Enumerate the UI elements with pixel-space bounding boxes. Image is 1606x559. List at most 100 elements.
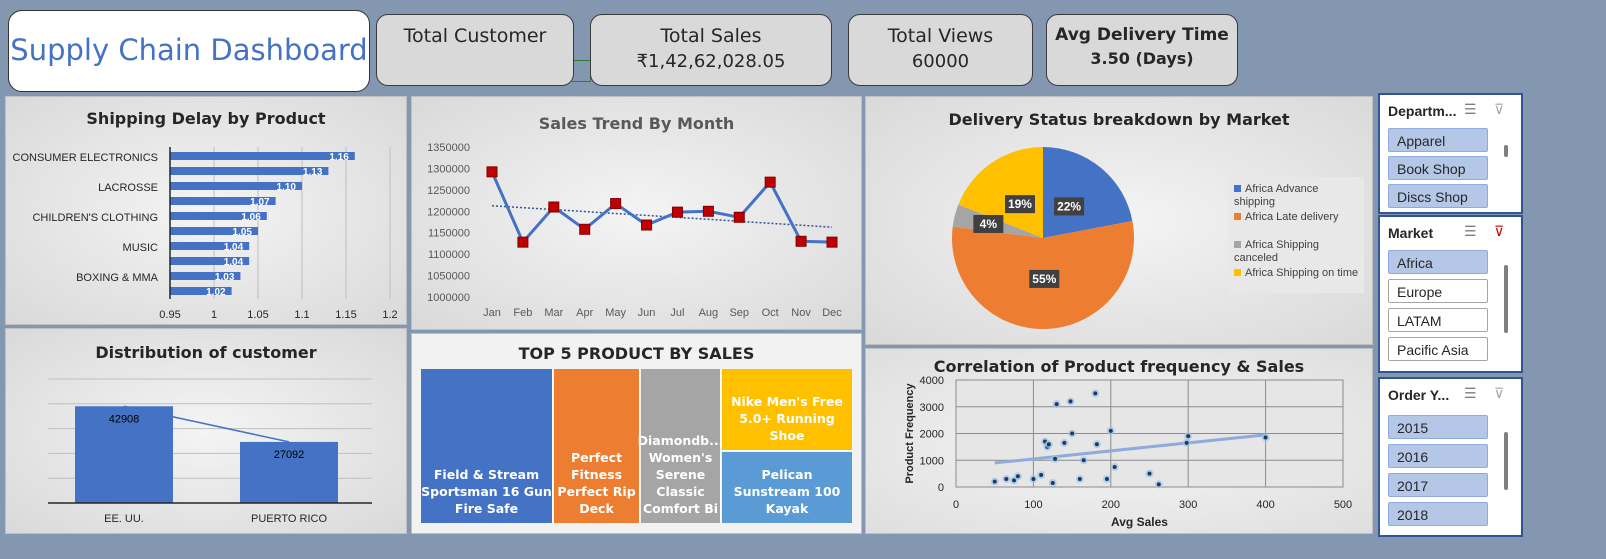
x-tick-label: 400	[1256, 499, 1274, 511]
x-tick-label: 1.05	[247, 309, 268, 321]
treemap-diamondback[interactable]: Diamondb... Women's Serene Classic Comfo…	[638, 369, 723, 523]
sales-trend-panel[interactable]: Sales Trend By Month 1000000 1050000 11000…	[411, 96, 862, 330]
slicer-item-book-shop[interactable]: Book Shop	[1388, 156, 1488, 180]
slicer-scrollbar[interactable]	[1504, 432, 1508, 490]
slicer-item-2015[interactable]: 2015	[1388, 415, 1488, 439]
x-tick-label: 1.1	[294, 309, 309, 321]
scatter-point	[1068, 399, 1073, 404]
multi-select-icon[interactable]: ☰	[1464, 101, 1477, 118]
y-tick-label: 1200000	[427, 206, 470, 218]
x-tick-label: May	[605, 307, 626, 319]
legend-label: Africa Shipping canceled	[1234, 239, 1319, 264]
scatter-point	[1263, 435, 1268, 440]
category-label: CONSUMER ELECTRONICS	[13, 152, 158, 164]
sales-trend-chart: 1000000 1050000 1100000 1150000 1200000 12500…	[427, 142, 842, 319]
x-tick-label: Dec	[822, 307, 842, 319]
bar-value-label: 27092	[274, 449, 305, 461]
data-point-marker	[548, 201, 560, 213]
clear-filter-icon[interactable]: ⊽	[1494, 101, 1504, 118]
kpi-total-sales: Total Sales ₹1,42,62,028.05	[590, 14, 832, 86]
scatter-point	[1108, 428, 1113, 433]
slicer-item-2016[interactable]: 2016	[1388, 444, 1488, 468]
data-point-marker	[517, 236, 529, 248]
x-tick-label: 200	[1102, 499, 1120, 511]
multi-select-icon[interactable]: ☰	[1464, 223, 1477, 240]
clear-filter-icon[interactable]: ⊽	[1494, 223, 1504, 240]
slicer-item-europe[interactable]: Europe	[1388, 279, 1488, 303]
scatter-point	[1062, 440, 1067, 445]
scatter-point	[1093, 391, 1098, 396]
treemap-nike[interactable]: Nike Men's Free 5.0+ Running Shoe	[722, 369, 852, 451]
legend-item: Africa Late delivery	[1234, 211, 1362, 224]
sales-line	[490, 171, 833, 245]
slicer-item-pacific-asia[interactable]: Pacific Asia	[1388, 337, 1488, 361]
bar-value-label: 1.10	[277, 182, 297, 193]
pie-value-label: 22%	[1057, 199, 1081, 213]
customer-distribution-panel[interactable]: Distribution of customer 42908 27092 EE. U…	[5, 328, 407, 534]
scatter-point	[1184, 440, 1189, 445]
slicer-scrollbar[interactable]	[1504, 145, 1508, 157]
dashboard-title-card: Supply Chain Dashboard	[8, 10, 370, 92]
bar-value-label: 1.04	[224, 257, 244, 268]
scatter-point	[1112, 464, 1117, 469]
slicer-item-2017[interactable]: 2017	[1388, 473, 1488, 497]
dashboard-title: Supply Chain Dashboard	[10, 33, 368, 67]
treemap-pelican[interactable]: Pelican Sunstream 100 Kayak	[722, 452, 852, 523]
cell-selection-marker	[572, 60, 591, 82]
bar-value-label: 1.03	[215, 272, 235, 283]
x-tick-label: Mar	[544, 307, 563, 319]
slicer-item-africa[interactable]: Africa	[1388, 250, 1488, 274]
y-tick-label: 1000	[920, 455, 944, 467]
top5-products-panel[interactable]: TOP 5 PRODUCT BY SALES Field & Stream Sp…	[411, 333, 862, 534]
pie-value-label: 19%	[1008, 197, 1032, 211]
y-tick-label: 2000	[920, 429, 944, 441]
legend-swatch	[1234, 185, 1241, 192]
scatter-point	[1156, 482, 1161, 487]
category-label: LACROSSE	[98, 182, 158, 194]
x-tick-label: 500	[1334, 499, 1352, 511]
x-tick-label: Sep	[729, 307, 749, 319]
kpi-total-views-title: Total Views	[887, 25, 994, 47]
data-point-marker	[826, 236, 838, 248]
slicer-item-latam[interactable]: LATAM	[1388, 308, 1488, 332]
correlation-chart: 0 100 200 300 400 500 0 1000 2000 3000 4000 Avg Sal…	[904, 375, 1352, 529]
bar-value-label: 1.13	[303, 167, 323, 178]
scatter-point	[1186, 434, 1191, 439]
scatter-point	[1053, 456, 1058, 461]
legend-swatch	[1234, 213, 1241, 220]
category-label: BOXING & MMA	[76, 272, 159, 284]
kpi-avg-delivery-title: Avg Delivery Time	[1055, 25, 1229, 45]
y-tick-label: 1000000	[427, 292, 470, 304]
pie-value-label: 55%	[1032, 272, 1056, 286]
scatter-point	[1104, 476, 1109, 481]
treemap-field-stream[interactable]: Field & Stream Sportsman 16 Gun Fire Saf…	[421, 369, 553, 523]
y-tick-label: 4000	[920, 375, 944, 387]
kpi-total-views-value: 60000	[911, 51, 970, 72]
y-tick-label: 0	[938, 482, 944, 494]
slicer-item-2018[interactable]: 2018	[1388, 502, 1488, 526]
delivery-status-panel[interactable]: Delivery Status breakdown by Market 22% 5…	[865, 96, 1373, 345]
data-point-marker	[702, 205, 714, 217]
scatter-point	[1147, 471, 1152, 476]
slicer-market[interactable]: Market ☰ ⊽ Africa Europe LATAM Pacific A…	[1378, 215, 1523, 373]
bar	[170, 152, 355, 160]
data-point-marker	[579, 223, 591, 235]
shipping-delay-chart: 0.95 1 1.05 1.1 1.15 1.2 1.16 1.13 1.10 1.07 1.06 1…	[13, 147, 398, 321]
slicer-item-apparel[interactable]: Apparel	[1388, 128, 1488, 152]
data-point-marker	[764, 176, 776, 188]
clear-filter-icon[interactable]: ⊽	[1494, 385, 1504, 402]
correlation-panel[interactable]: Correlation of Product frequency & Sales…	[865, 348, 1373, 534]
slicer-scrollbar[interactable]	[1504, 265, 1508, 333]
slicer-order-year[interactable]: Order Y... ☰ ⊽ 2015 2016 2017 2018	[1378, 377, 1523, 537]
x-tick-label: Apr	[576, 307, 593, 319]
data-point-marker	[641, 219, 653, 231]
multi-select-icon[interactable]: ☰	[1464, 385, 1477, 402]
shipping-delay-panel[interactable]: Shipping Delay by Product 0.95 1 1.05 1.1 1.…	[5, 96, 407, 325]
slicer-item-discs-shop[interactable]: Discs Shop	[1388, 184, 1488, 208]
x-tick-label: 300	[1179, 499, 1197, 511]
scatter-point	[1015, 474, 1020, 479]
bar-value-label: 1.16	[329, 152, 349, 163]
data-point-marker	[610, 198, 622, 210]
slicer-department[interactable]: Departm... ☰ ⊽ Apparel Book Shop Discs S…	[1378, 93, 1523, 214]
treemap-perfect-fitness[interactable]: Perfect Fitness Perfect Rip Deck	[554, 369, 640, 523]
